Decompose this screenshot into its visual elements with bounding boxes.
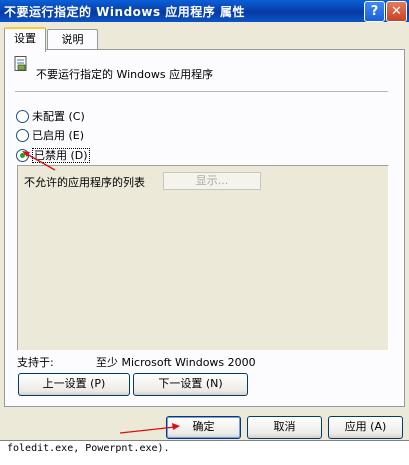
- supported-value: 至少 Microsoft Windows 2000: [96, 356, 256, 369]
- next-setting-button[interactable]: 下一设置 (N): [133, 373, 248, 396]
- close-button[interactable]: ✕: [386, 1, 407, 22]
- background-text: foledit.exe, Powerpnt.exe).: [7, 443, 170, 454]
- background-window-strip: foledit.exe, Powerpnt.exe).: [0, 440, 409, 465]
- policy-setting-icon: [14, 56, 27, 71]
- supported-label: 支持于:: [17, 356, 54, 369]
- disallowed-list-label: 不允许的应用程序的列表: [24, 176, 145, 189]
- radio-circle[interactable]: [16, 109, 29, 123]
- radio-label: 已启用 (E): [32, 129, 85, 142]
- radio-label: 未配置 (C): [32, 110, 85, 123]
- tab-explain[interactable]: 说明: [47, 29, 98, 50]
- radio-label: 已禁用 (D): [32, 148, 90, 163]
- properties-dialog: 不要运行指定的 Windows 应用程序 属性 ? ✕ 设置 说明 不要运行指定…: [0, 0, 409, 440]
- radio-enabled[interactable]: 已启用 (E): [16, 127, 84, 143]
- title-bar[interactable]: 不要运行指定的 Windows 应用程序 属性 ? ✕: [0, 0, 409, 22]
- separator: [15, 91, 388, 92]
- radio-disabled[interactable]: 已禁用 (D): [16, 147, 90, 163]
- cancel-button[interactable]: 取消: [247, 416, 322, 439]
- radio-circle-selected[interactable]: [16, 148, 29, 162]
- apply-button[interactable]: 应用 (A): [328, 416, 403, 439]
- show-list-button[interactable]: 显示...: [163, 172, 261, 190]
- ok-button[interactable]: 确定: [166, 416, 241, 439]
- policy-title: 不要运行指定的 Windows 应用程序: [36, 68, 214, 81]
- previous-setting-button[interactable]: 上一设置 (P): [18, 373, 130, 396]
- help-button[interactable]: ?: [364, 1, 385, 22]
- options-area: [17, 165, 389, 351]
- radio-not-configured[interactable]: 未配置 (C): [16, 108, 85, 124]
- window-title: 不要运行指定的 Windows 应用程序 属性: [4, 5, 245, 19]
- tab-settings[interactable]: 设置: [4, 27, 46, 52]
- radio-circle[interactable]: [16, 128, 29, 142]
